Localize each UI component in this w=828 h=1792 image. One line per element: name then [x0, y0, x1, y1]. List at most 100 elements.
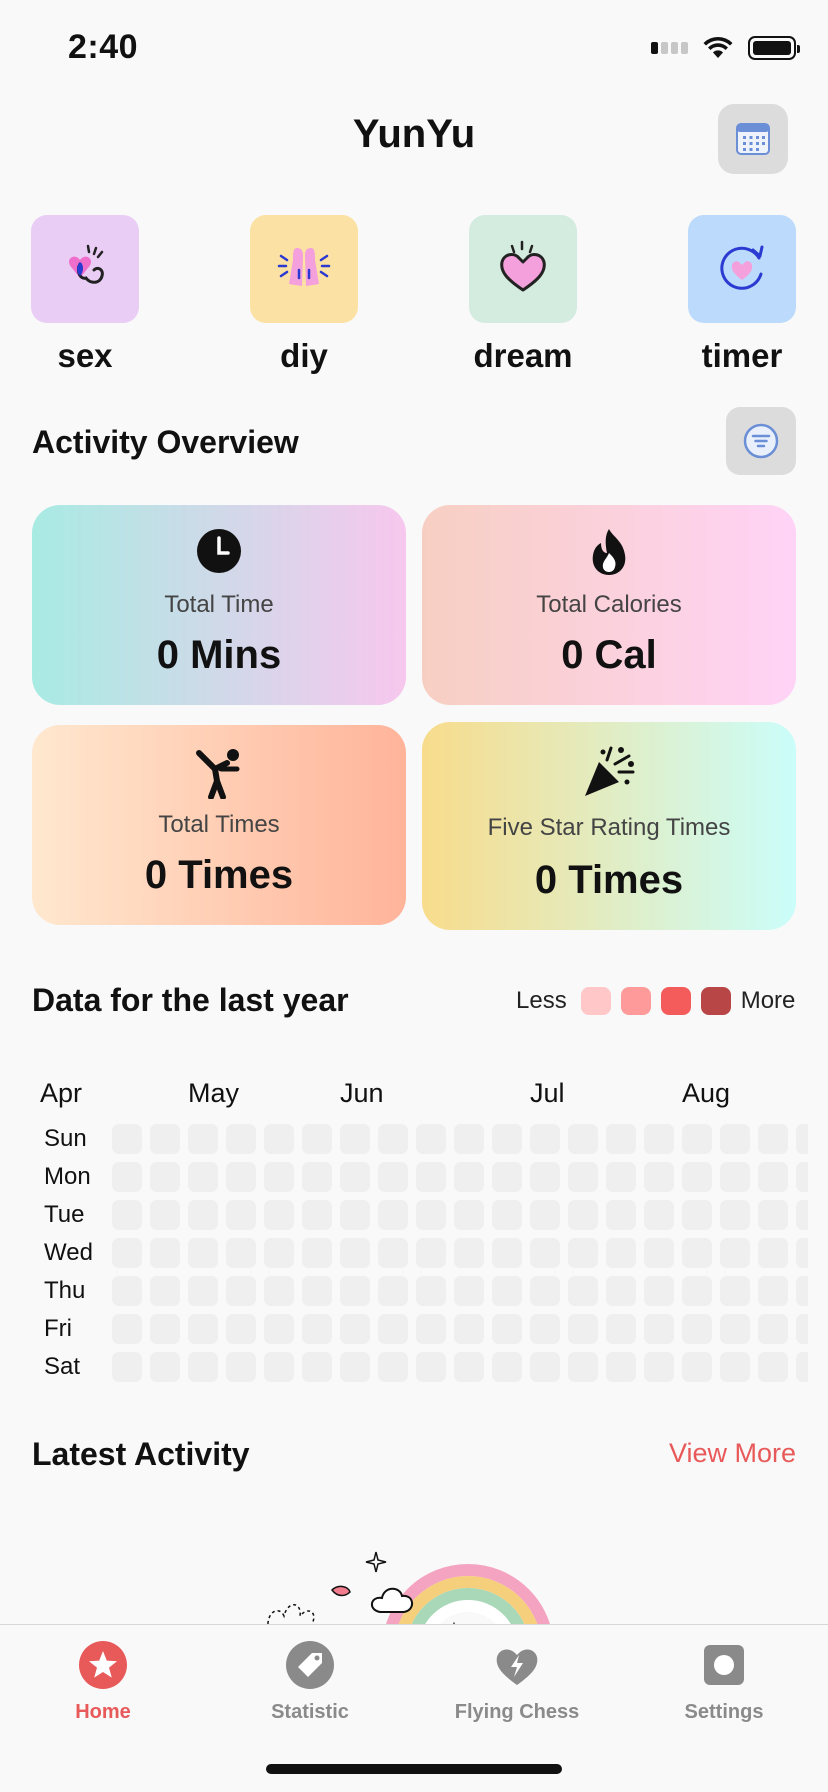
rainbow-illustration	[258, 1540, 558, 1626]
heart-icon	[500, 240, 546, 292]
heatmap-cell	[568, 1276, 598, 1306]
day-label: Thu	[44, 1277, 86, 1304]
heatmap-cell	[796, 1276, 808, 1306]
heatmap-cell	[682, 1162, 712, 1192]
heatmap-cell	[112, 1124, 142, 1154]
heatmap-week	[226, 1124, 256, 1390]
app-title: YunYu	[352, 112, 476, 156]
heatmap-cell	[416, 1124, 446, 1154]
heatmap-cell	[226, 1200, 256, 1230]
heatmap-months: Apr May Jun Jul Aug	[40, 1078, 800, 1108]
heatmap-cell	[758, 1124, 788, 1154]
heatmap-cell	[112, 1276, 142, 1306]
heatmap-cell	[530, 1314, 560, 1344]
quick-action-diy[interactable]: diy	[239, 215, 369, 375]
heatmap-cell	[264, 1314, 294, 1344]
heatmap-cell	[226, 1162, 256, 1192]
heatmap-cell	[530, 1200, 560, 1230]
heatmap-cell	[454, 1124, 484, 1154]
heatmap-week	[720, 1124, 750, 1390]
heatmap-cell	[530, 1238, 560, 1268]
heatmap-cell	[340, 1162, 370, 1192]
heatmap-cell	[530, 1124, 560, 1154]
quick-tile-dream[interactable]	[469, 215, 577, 323]
heatmap-cell	[454, 1162, 484, 1192]
heatmap-cell	[682, 1276, 712, 1306]
heatmap-cell	[188, 1238, 218, 1268]
heatmap-cell	[796, 1200, 808, 1230]
card-total-time: Total Time 0 Mins	[32, 505, 406, 705]
heatmap-cell	[302, 1124, 332, 1154]
heatmap-cell	[188, 1162, 218, 1192]
heatmap-cell	[758, 1352, 788, 1382]
heatmap-cell	[606, 1124, 636, 1154]
heatmap-cell	[378, 1352, 408, 1382]
heatmap-cell	[112, 1314, 142, 1344]
quick-action-dream[interactable]: dream	[458, 215, 588, 375]
timer-heart-icon	[720, 245, 764, 290]
heatmap-cell	[226, 1314, 256, 1344]
tab-settings[interactable]: Settings	[644, 1641, 804, 1724]
card-label: Total Calories	[536, 591, 682, 618]
heatmap-cell	[606, 1200, 636, 1230]
heatmap-week	[454, 1124, 484, 1390]
filter-button[interactable]	[726, 407, 796, 475]
heatmap-cell	[644, 1124, 674, 1154]
legend-less-label: Less	[516, 987, 567, 1014]
heatmap-cell	[378, 1238, 408, 1268]
heatmap-cell	[112, 1352, 142, 1382]
heatmap-cell	[302, 1314, 332, 1344]
cellular-signal-icon	[651, 42, 688, 54]
tab-home[interactable]: Home	[23, 1641, 183, 1724]
card-total-times: Total Times 0 Times	[32, 725, 406, 925]
tag-icon	[286, 1641, 334, 1689]
quick-label-dream: dream	[473, 337, 573, 374]
day-label: Sat	[44, 1353, 81, 1380]
heatmap-cell	[340, 1238, 370, 1268]
heatmap-cell	[720, 1124, 750, 1154]
heatmap-cell	[264, 1276, 294, 1306]
heatmap-cell	[682, 1352, 712, 1382]
heatmap-week	[644, 1124, 674, 1390]
heatmap-cell	[682, 1314, 712, 1344]
status-bar: 2:40	[0, 0, 828, 100]
heatmap-cell	[188, 1200, 218, 1230]
hand-heart-icon	[69, 244, 104, 284]
heatmap-week	[416, 1124, 446, 1390]
quick-tile-timer[interactable]	[688, 215, 796, 323]
view-more-link[interactable]: View More	[669, 1438, 796, 1469]
heatmap-cell	[644, 1200, 674, 1230]
heatmap-cell	[340, 1276, 370, 1306]
heatmap-cell	[644, 1276, 674, 1306]
quick-action-timer[interactable]: timer	[677, 215, 807, 375]
heatmap-cell	[226, 1352, 256, 1382]
heatmap-week	[606, 1124, 636, 1390]
tab-label-flying-chess: Flying Chess	[454, 1701, 580, 1723]
tab-flying-chess[interactable]: Flying Chess	[437, 1641, 597, 1724]
card-total-calories: Total Calories 0 Cal	[422, 505, 796, 705]
quick-tile-diy[interactable]	[250, 215, 358, 323]
quick-action-sex[interactable]: sex	[20, 215, 150, 375]
quick-tile-sex[interactable]	[31, 215, 139, 323]
heatmap-cell	[188, 1276, 218, 1306]
heatmap-cell	[226, 1276, 256, 1306]
heatmap-cell	[492, 1124, 522, 1154]
legend-swatch-1	[580, 987, 611, 1015]
heatmap-week	[340, 1124, 370, 1390]
heatmap-cell	[568, 1238, 598, 1268]
heatmap-cell	[796, 1162, 808, 1192]
heatmap-cell	[188, 1124, 218, 1154]
heatmap-cell	[796, 1314, 808, 1344]
heatmap-week	[112, 1124, 142, 1390]
calendar-button[interactable]	[718, 104, 788, 174]
heatmap-cell	[188, 1352, 218, 1382]
tab-statistic[interactable]: Statistic	[230, 1641, 390, 1724]
heatmap-cell	[302, 1352, 332, 1382]
heatmap-cell	[150, 1162, 180, 1192]
heatmap-cell	[264, 1162, 294, 1192]
heatmap-cell	[454, 1352, 484, 1382]
month-label: Jun	[340, 1078, 384, 1108]
heatmap-week	[796, 1124, 808, 1390]
day-label: Tue	[44, 1201, 85, 1228]
heatmap-cell	[264, 1238, 294, 1268]
